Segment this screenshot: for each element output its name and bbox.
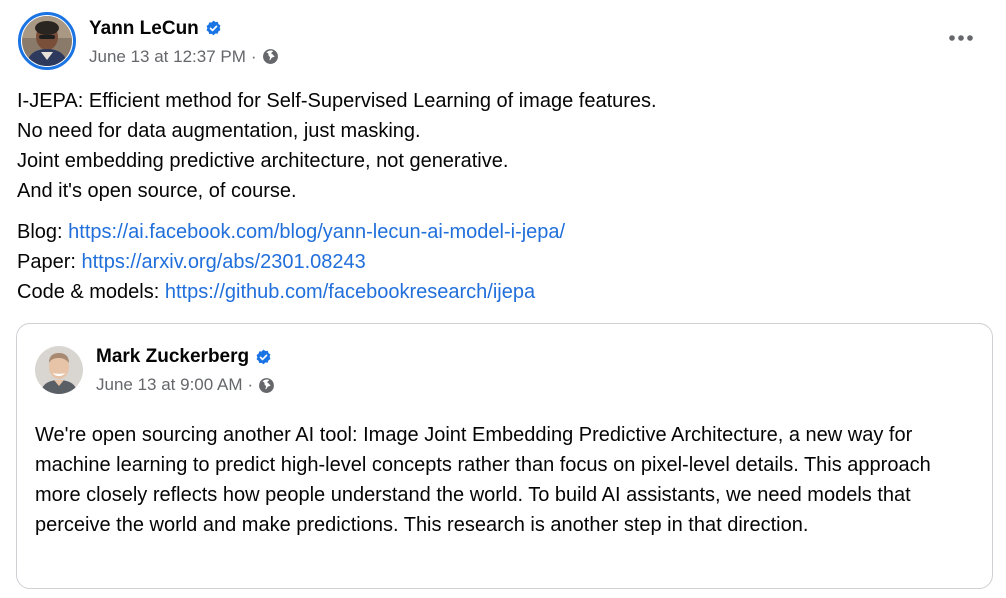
globe-icon[interactable] — [258, 377, 275, 394]
verified-badge-icon — [205, 20, 222, 37]
post-header: Yann LeCun June 13 at 12:37 PM · — [18, 12, 279, 70]
shared-post-header: Mark Zuckerberg June 13 at 9:00 AM · — [35, 344, 275, 395]
facebook-post: Yann LeCun June 13 at 12:37 PM · I-JEPA:… — [0, 0, 1006, 598]
post-line: I-JEPA: Efficient method for Self-Superv… — [17, 90, 657, 112]
post-links: Blog: https://ai.facebook.com/blog/yann-… — [17, 217, 987, 307]
shared-post-card[interactable]: Mark Zuckerberg June 13 at 9:00 AM · We'… — [16, 323, 993, 589]
link-row-paper: Paper: https://arxiv.org/abs/2301.08243 — [17, 247, 987, 277]
author-avatar[interactable] — [18, 12, 76, 70]
post-timestamp[interactable]: June 13 at 12:37 PM — [89, 47, 246, 67]
author-name[interactable]: Yann LeCun — [89, 18, 199, 40]
post-meta: June 13 at 12:37 PM · — [89, 47, 279, 67]
author-block: Yann LeCun June 13 at 12:37 PM · — [89, 16, 279, 67]
link-label: Paper: — [17, 251, 82, 273]
link-label: Blog: — [17, 221, 69, 243]
meta-separator: · — [247, 375, 254, 394]
more-options-icon[interactable] — [946, 28, 976, 48]
paper-link[interactable]: https://arxiv.org/abs/2301.08243 — [81, 251, 365, 273]
post-body: I-JEPA: Efficient method for Self-Superv… — [17, 86, 987, 307]
link-row-blog: Blog: https://ai.facebook.com/blog/yann-… — [17, 217, 987, 247]
link-label: Code & models: — [17, 281, 165, 303]
shared-post-meta: June 13 at 9:00 AM · — [96, 375, 275, 395]
shared-author-line: Mark Zuckerberg — [96, 344, 275, 370]
code-link[interactable]: https://github.com/facebookresearch/ijep… — [165, 281, 535, 303]
shared-author-block: Mark Zuckerberg June 13 at 9:00 AM · — [96, 344, 275, 395]
post-line: No need for data augmentation, just mask… — [17, 120, 421, 142]
shared-author-avatar-image — [35, 345, 83, 394]
author-avatar-image — [22, 16, 72, 66]
globe-icon[interactable] — [262, 48, 279, 65]
shared-author-name[interactable]: Mark Zuckerberg — [96, 346, 249, 368]
verified-badge-icon — [255, 349, 272, 366]
post-line: Joint embedding predictive architecture,… — [17, 150, 509, 172]
shared-post-timestamp[interactable]: June 13 at 9:00 AM — [96, 375, 243, 395]
shared-author-avatar[interactable] — [35, 345, 83, 394]
author-line: Yann LeCun — [89, 16, 279, 42]
blog-link[interactable]: https://ai.facebook.com/blog/yann-lecun-… — [68, 221, 565, 243]
shared-post-body: We're open sourcing another AI tool: Ima… — [35, 424, 931, 536]
meta-separator: · — [250, 46, 257, 66]
post-line: And it's open source, of course. — [17, 180, 297, 202]
link-row-code: Code & models: https://github.com/facebo… — [17, 277, 987, 307]
